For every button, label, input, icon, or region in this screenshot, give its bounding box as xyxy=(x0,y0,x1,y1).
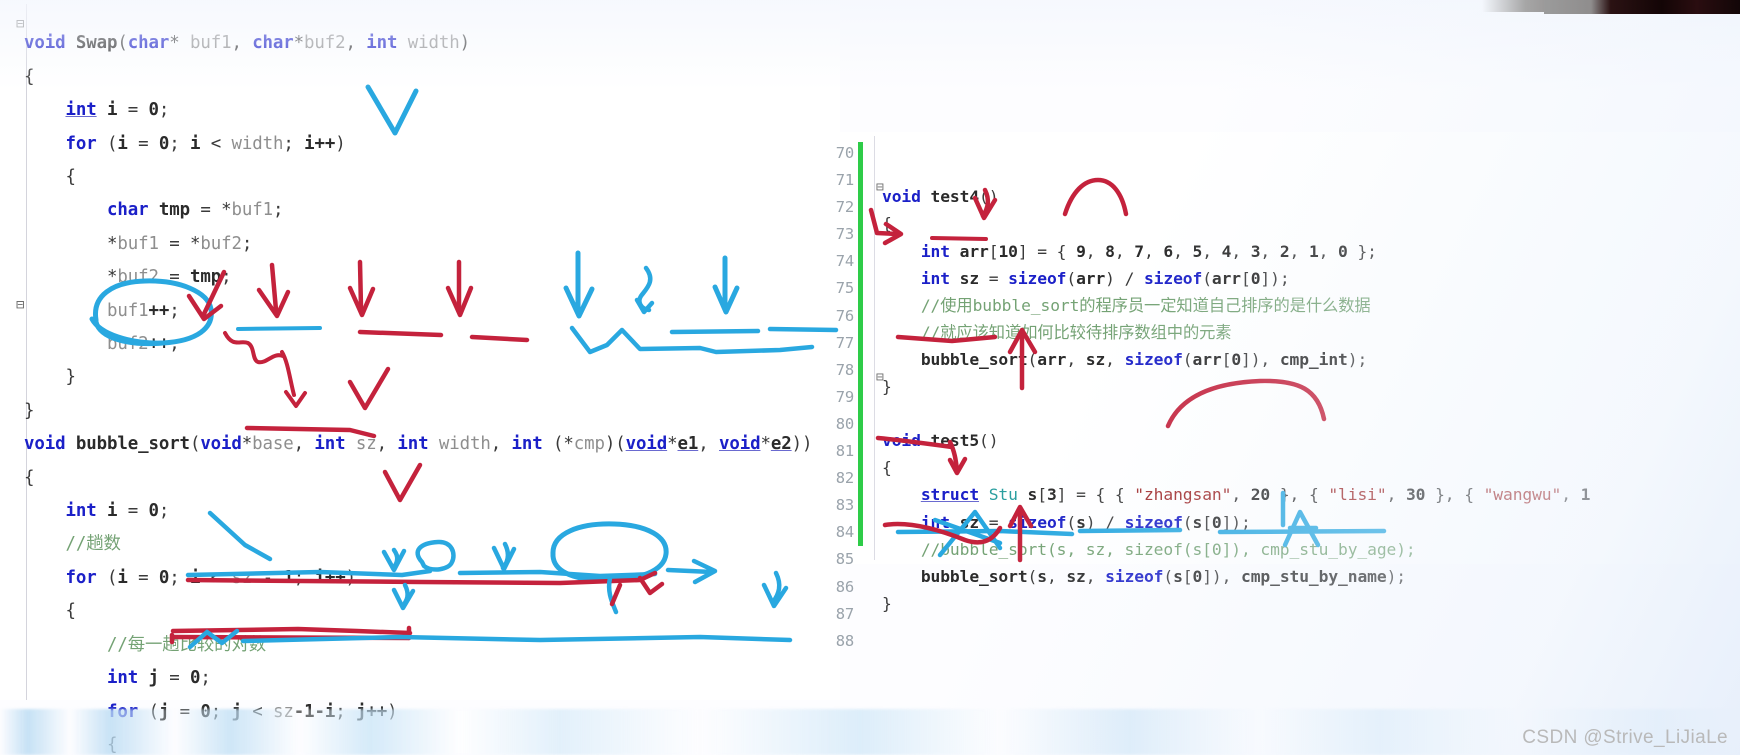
line-number: 72 xyxy=(835,198,854,217)
line-number: 84 xyxy=(835,523,854,542)
left-pane-code[interactable]: void Swap(char* buf1, char*buf2, int wid… xyxy=(24,27,854,755)
right-pane-gutter-rule xyxy=(874,136,875,560)
line-number: 86 xyxy=(835,577,854,596)
line-number: 74 xyxy=(835,252,854,271)
line-number: 81 xyxy=(835,442,854,461)
line-number: 70 xyxy=(835,144,854,162)
line-number: 82 xyxy=(835,469,854,488)
line-number: 88 xyxy=(835,631,854,650)
left-editor-pane[interactable]: ⊟ ⊟ void Swap(char* buf1, char*buf2, int… xyxy=(0,0,840,755)
right-pane-code[interactable]: void test4() { int arr[10] = { 9, 8, 7, … xyxy=(882,156,1590,617)
line-number: 78 xyxy=(835,360,854,379)
line-number-gutter: 70 71 72 73 74 75 76 77 78 79 80 81 82 83 84 85 86 87 88 xyxy=(812,140,854,655)
line-number: 79 xyxy=(835,387,854,406)
line-number: 76 xyxy=(835,306,854,325)
right-editor-pane[interactable]: 70 71 72 73 74 75 76 77 78 79 80 81 82 83 84 85 86 87 88 ⊟… xyxy=(812,132,1740,650)
top-dark-bezel-band xyxy=(1482,0,1740,14)
unsaved-change-bar xyxy=(858,142,863,546)
screenshot-root: ⊟ ⊟ void Swap(char* buf1, char*buf2, int… xyxy=(0,0,1740,755)
line-number: 80 xyxy=(835,414,854,433)
line-number: 71 xyxy=(835,171,854,190)
line-number: 77 xyxy=(835,333,854,352)
line-number: 85 xyxy=(835,550,854,569)
line-number: 83 xyxy=(835,496,854,515)
line-number: 73 xyxy=(835,225,854,244)
line-number: 75 xyxy=(835,279,854,298)
line-number: 87 xyxy=(835,604,854,623)
csdn-watermark: CSDN @Strive_LiJiaLe xyxy=(1522,727,1728,748)
